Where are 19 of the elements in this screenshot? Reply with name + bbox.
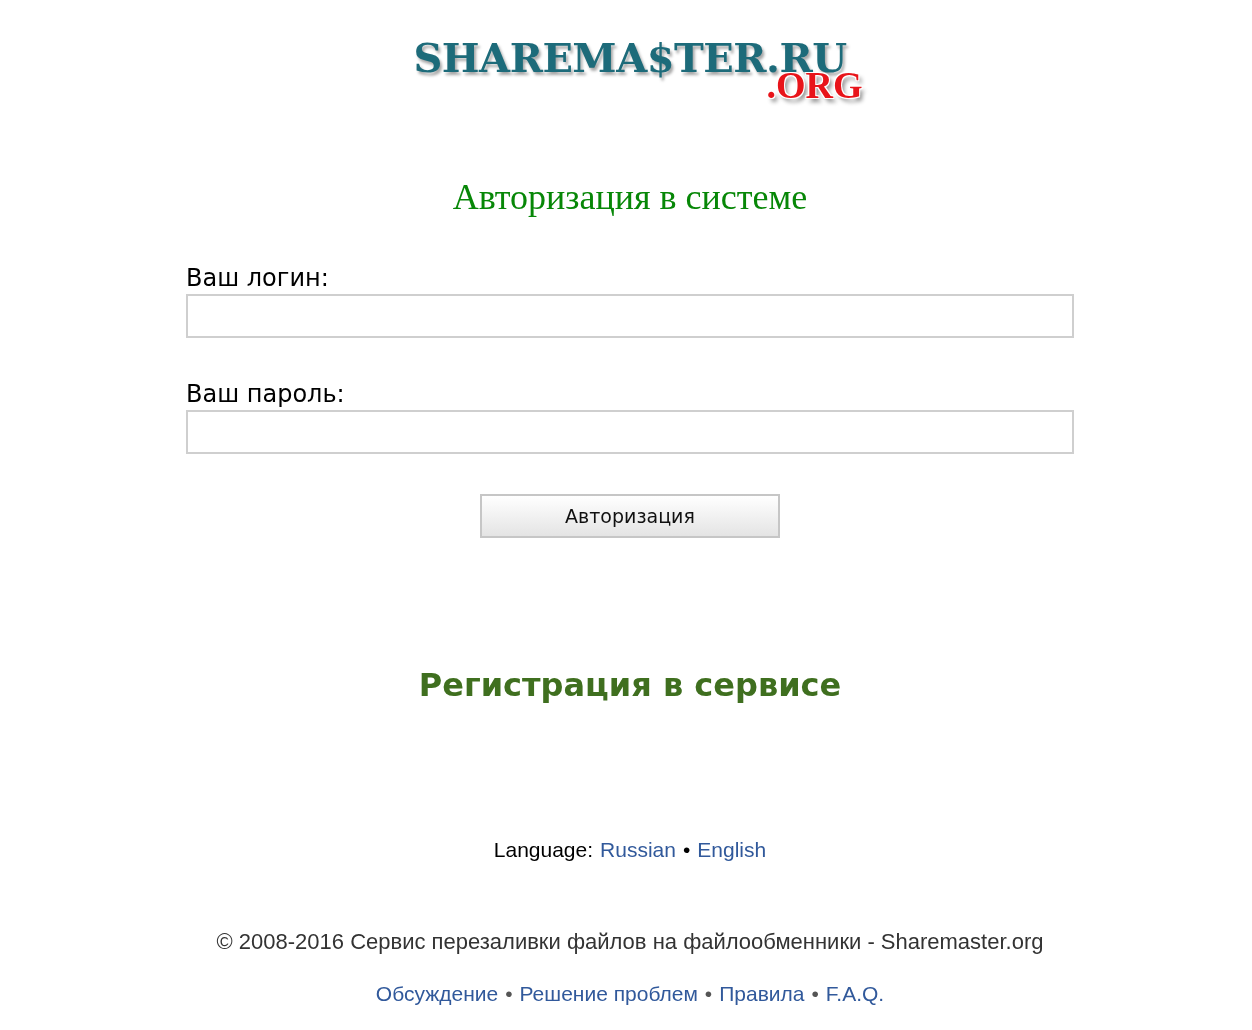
page-heading: Авторизация в системе bbox=[452, 177, 808, 217]
bullet-separator: • bbox=[682, 837, 691, 863]
footer-link[interactable]: Обсуждение bbox=[375, 980, 499, 1008]
field-label: Ваш пароль: bbox=[186, 380, 345, 408]
bullet-separator: • bbox=[811, 981, 819, 1007]
footer-link[interactable]: Решение проблем bbox=[519, 980, 698, 1008]
bullet-separator: • bbox=[505, 981, 513, 1007]
language-label: Language: bbox=[493, 837, 594, 863]
copyright-text: © 2008-2016 Сервис перезаливки файлов на файлообменники - Sharemaster.org bbox=[216, 928, 1044, 956]
footer-link[interactable]: Правила bbox=[719, 980, 805, 1008]
language-link[interactable]: Russian bbox=[600, 836, 676, 864]
language-link[interactable]: English bbox=[697, 836, 767, 864]
login-field[interactable] bbox=[186, 294, 1074, 338]
footer-link[interactable]: F.A.Q. bbox=[825, 980, 885, 1008]
field-label: Ваш логин: bbox=[186, 264, 329, 292]
login-button[interactable]: Авторизация bbox=[480, 494, 780, 538]
bullet-separator: • bbox=[704, 981, 713, 1007]
registration-link[interactable]: Регистрация в сервисе bbox=[418, 665, 842, 705]
password-field[interactable] bbox=[186, 410, 1074, 454]
